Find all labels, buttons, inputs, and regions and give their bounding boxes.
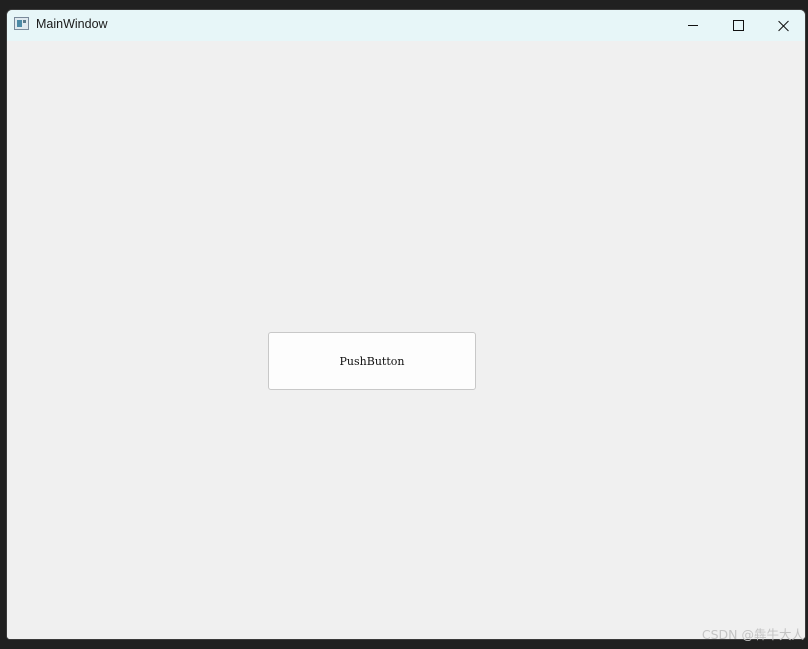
window-title: MainWindow bbox=[36, 17, 108, 31]
title-bar[interactable]: MainWindow bbox=[7, 10, 805, 41]
maximize-icon bbox=[732, 20, 744, 31]
maximize-button[interactable] bbox=[715, 10, 761, 41]
close-button[interactable] bbox=[761, 10, 805, 41]
main-window: MainWindow PushButton bbox=[6, 9, 806, 640]
app-window-icon bbox=[14, 17, 29, 30]
close-icon bbox=[778, 20, 790, 32]
minimize-button[interactable] bbox=[670, 10, 716, 41]
watermark: CSDN @犇牛大人 bbox=[701, 627, 804, 642]
client-area: PushButton bbox=[7, 41, 805, 639]
push-button[interactable]: PushButton bbox=[268, 332, 476, 390]
minimize-icon bbox=[688, 25, 698, 26]
